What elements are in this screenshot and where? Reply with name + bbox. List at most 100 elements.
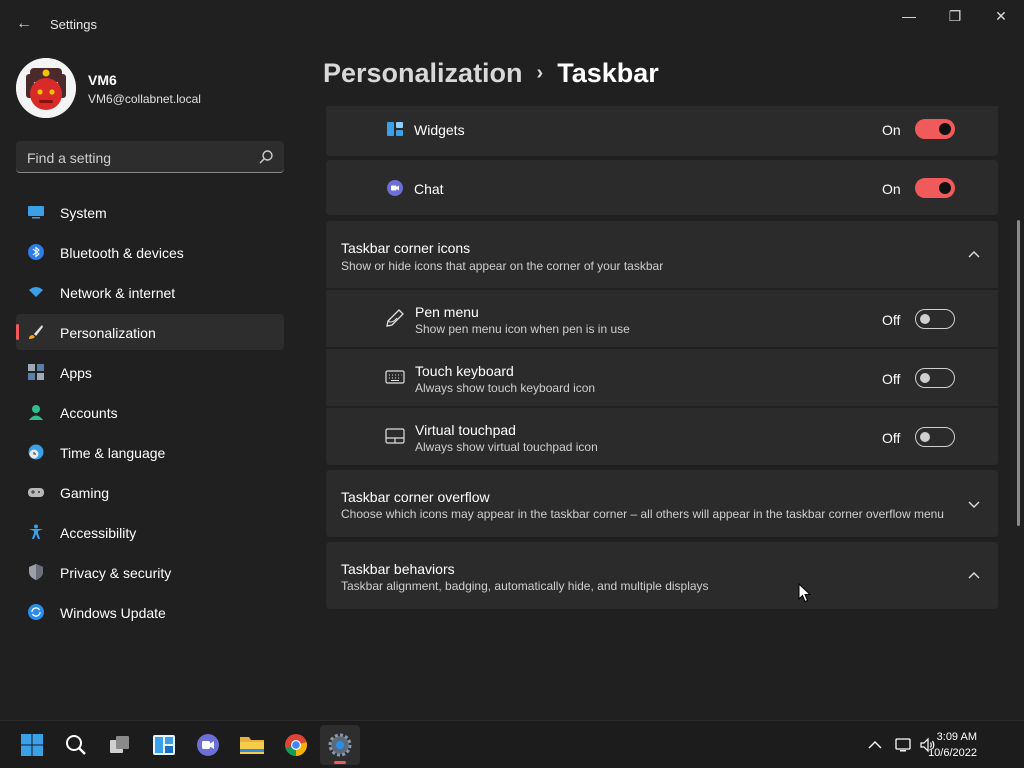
close-button[interactable]: ✕ [978,0,1024,32]
sidebar-item-label: Windows Update [60,605,166,621]
sidebar-item-label: Accessibility [60,525,137,541]
task-view-button[interactable] [100,725,140,765]
start-icon [21,734,43,756]
chrome-button[interactable] [276,725,316,765]
virtual-touchpad-toggle[interactable] [915,427,955,447]
search-icon [259,150,273,164]
virtual-touchpad-description: Always show virtual touchpad icon [415,440,598,454]
pen-icon [386,309,404,327]
sidebar-item-gaming[interactable]: Gaming [16,474,284,510]
sidebar-item-label: Network & internet [60,285,176,301]
settings-icon [328,733,352,757]
sidebar-item-time-language[interactable]: Time & language [16,434,284,470]
sidebar-item-bluetooth[interactable]: Bluetooth & devices [16,234,284,270]
widgets-state: On [882,122,901,138]
corner-overflow-description: Choose which icons may appear in the tas… [341,507,944,521]
corner-icons-header[interactable]: Taskbar corner icons Show or hide icons … [326,221,998,288]
touchpad-icon [385,428,405,444]
widgets-toggle[interactable] [915,119,955,139]
chat-button[interactable] [188,725,228,765]
behaviors-description: Taskbar alignment, badging, automaticall… [341,579,709,593]
sidebar-item-personalization[interactable]: Personalization [16,314,284,350]
corner-overflow-header[interactable]: Taskbar corner overflow Choose which ico… [326,470,998,537]
sidebar-item-label: Personalization [60,325,156,341]
sidebar-item-apps[interactable]: Apps [16,354,284,390]
wifi-icon [29,287,43,297]
shield-icon [29,564,43,580]
touch-keyboard-state: Off [882,371,901,387]
clock-date[interactable]: 10/6/2022 [928,747,977,759]
teams-chat-icon [197,734,219,756]
sidebar-item-accessibility[interactable]: Accessibility [16,514,284,550]
sidebar-item-label: Time & language [60,445,166,461]
minimize-button[interactable]: — [886,0,932,32]
behaviors-header[interactable]: Taskbar behaviors Taskbar alignment, bad… [326,542,998,609]
chevron-up-icon[interactable] [866,736,884,754]
apps-icon [28,364,44,380]
breadcrumb: Personalization › Taskbar [323,58,659,98]
search-icon [66,735,86,755]
start-button[interactable] [12,725,52,765]
sidebar-item-privacy-security[interactable]: Privacy & security [16,554,284,590]
teams-chat-icon [387,180,403,196]
page-title: Taskbar [557,58,659,88]
sidebar-item-label: Apps [60,365,92,381]
taskbar-search-button[interactable] [56,725,96,765]
chevron-up-icon[interactable] [966,247,982,263]
user-profile[interactable]: VM6 VM6@collabnet.local [16,58,296,118]
corner-icons-description: Show or hide icons that appear on the co… [341,259,664,273]
breadcrumb-parent[interactable]: Personalization [323,58,523,88]
scrollbar[interactable] [1017,220,1020,526]
refresh-icon [28,604,44,620]
sidebar-item-label: Gaming [60,485,110,501]
corner-overflow-title: Taskbar corner overflow [341,489,490,505]
chevron-down-icon[interactable] [966,496,982,512]
virtual-touchpad-row: Virtual touchpad Always show virtual tou… [326,408,998,465]
file-explorer-button[interactable] [232,725,272,765]
avatar [16,58,76,118]
task-view-icon [110,736,129,753]
touch-keyboard-toggle[interactable] [915,368,955,388]
sidebar-item-accounts[interactable]: Accounts [16,394,284,430]
chevron-right-icon: › [536,62,544,84]
touch-keyboard-label: Touch keyboard [415,363,514,379]
settings-app-button[interactable] [320,725,360,765]
app-title: Settings [50,17,97,32]
widgets-button[interactable] [144,725,184,765]
pen-menu-description: Show pen menu icon when pen is in use [415,322,630,336]
sidebar-item-system[interactable]: System [16,194,284,230]
title-bar: ← Settings — ❐ ✕ [0,0,1024,48]
person-icon [29,405,43,420]
search-input[interactable]: Find a setting [16,141,284,173]
clock-time[interactable]: 3:09 AM [937,731,977,743]
widgets-label: Widgets [414,122,465,138]
pen-menu-row: Pen menu Show pen menu icon when pen is … [326,290,998,347]
back-button[interactable]: ← [12,12,36,36]
sidebar-item-label: Accounts [60,405,118,421]
network-icon[interactable] [894,736,912,754]
active-app-indicator [334,761,346,764]
monitor-icon [28,206,44,219]
mouse-cursor-icon [798,583,812,603]
chat-label: Chat [414,181,444,197]
touch-keyboard-row: Touch keyboard Always show touch keyboar… [326,349,998,406]
pen-menu-state: Off [882,312,901,328]
profile-email: VM6@collabnet.local [88,92,201,106]
profile-name: VM6 [88,72,117,88]
sidebar-item-windows-update[interactable]: Windows Update [16,594,284,630]
sidebar-item-label: System [60,205,107,221]
file-explorer-icon [240,737,264,754]
chevron-up-icon[interactable] [966,568,982,584]
maximize-button[interactable]: ❐ [932,0,978,32]
sidebar-item-network[interactable]: Network & internet [16,274,284,310]
touch-keyboard-description: Always show touch keyboard icon [415,381,596,395]
brush-icon [29,325,43,339]
chrome-icon [285,734,307,756]
search-placeholder: Find a setting [27,150,112,166]
keyboard-icon [385,370,405,384]
widgets-icon [387,122,403,136]
virtual-touchpad-state: Off [882,430,901,446]
pen-menu-toggle[interactable] [915,309,955,329]
chat-state: On [882,181,901,197]
chat-toggle[interactable] [915,178,955,198]
